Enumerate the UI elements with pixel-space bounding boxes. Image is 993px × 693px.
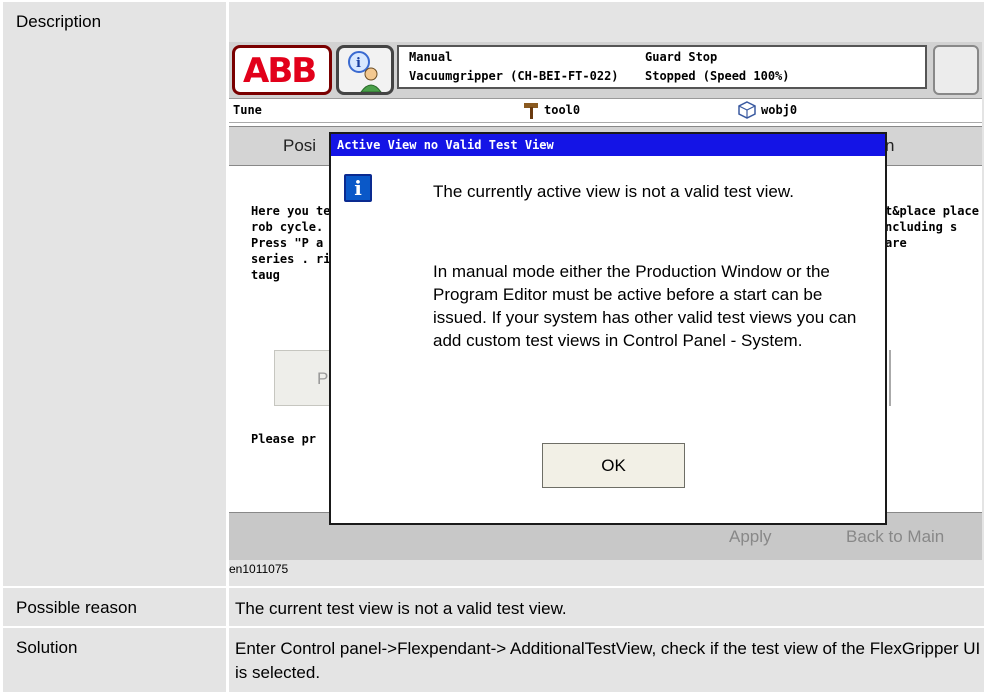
event-log-button[interactable]: i [336, 45, 394, 95]
figure-id: en1011075 [229, 562, 289, 576]
status-state: Guard Stop [645, 50, 718, 64]
wobj-name[interactable]: wobj0 [761, 103, 797, 117]
event-log-icon: i [348, 51, 382, 93]
dialog-title: Active View no Valid Test View [331, 134, 885, 156]
row-value-solution: Enter Control panel->Flexpendant-> Addit… [229, 628, 984, 692]
row-label-possible-reason: Possible reason [3, 588, 226, 626]
abb-menu-button[interactable]: ABB [232, 45, 332, 95]
status-system: Vacuumgripper (CH-BEI-FT-022) [409, 69, 619, 83]
close-view-button[interactable] [933, 45, 979, 95]
top-bar: ABB i Manual Vacuumgripper (CH-BEI-FT-02… [229, 42, 982, 99]
tab-position[interactable]: Posi [283, 136, 316, 156]
status-mode: Manual [409, 50, 453, 64]
row-label-solution: Solution [3, 628, 226, 692]
back-to-main-button[interactable]: Back to Main [846, 527, 944, 547]
row-value-possible-reason: The current test view is not a valid tes… [229, 588, 984, 626]
message-dialog: Active View no Valid Test View i The cur… [329, 132, 887, 525]
info-icon: i [344, 174, 372, 202]
background-prompt: Please pr [251, 432, 317, 446]
background-button[interactable]: P [274, 350, 334, 406]
row-label-description: Description [3, 2, 226, 586]
status-speed: Stopped (Speed 100%) [645, 69, 790, 83]
dialog-message-detail: In manual mode either the Production Win… [433, 262, 857, 350]
apply-button[interactable]: Apply [729, 527, 772, 547]
tool-icon [521, 100, 541, 123]
svg-text:i: i [356, 56, 361, 71]
dialog-message-primary: The currently active view is not a valid… [433, 182, 794, 201]
abb-logo: ABB [243, 51, 317, 91]
info-bar: Tune tool0 wobj0 [229, 99, 982, 123]
ok-button[interactable]: OK [542, 443, 685, 488]
view-name: Tune [233, 103, 262, 117]
tool-name[interactable]: tool0 [544, 103, 580, 117]
background-description-right: t&place place ncluding s are [885, 204, 979, 250]
wobj-icon [737, 100, 757, 123]
status-box[interactable]: Manual Vacuumgripper (CH-BEI-FT-022) Gua… [397, 45, 927, 89]
flexpendant-screenshot: ABB i Manual Vacuumgripper (CH-BEI-FT-02… [229, 42, 982, 560]
